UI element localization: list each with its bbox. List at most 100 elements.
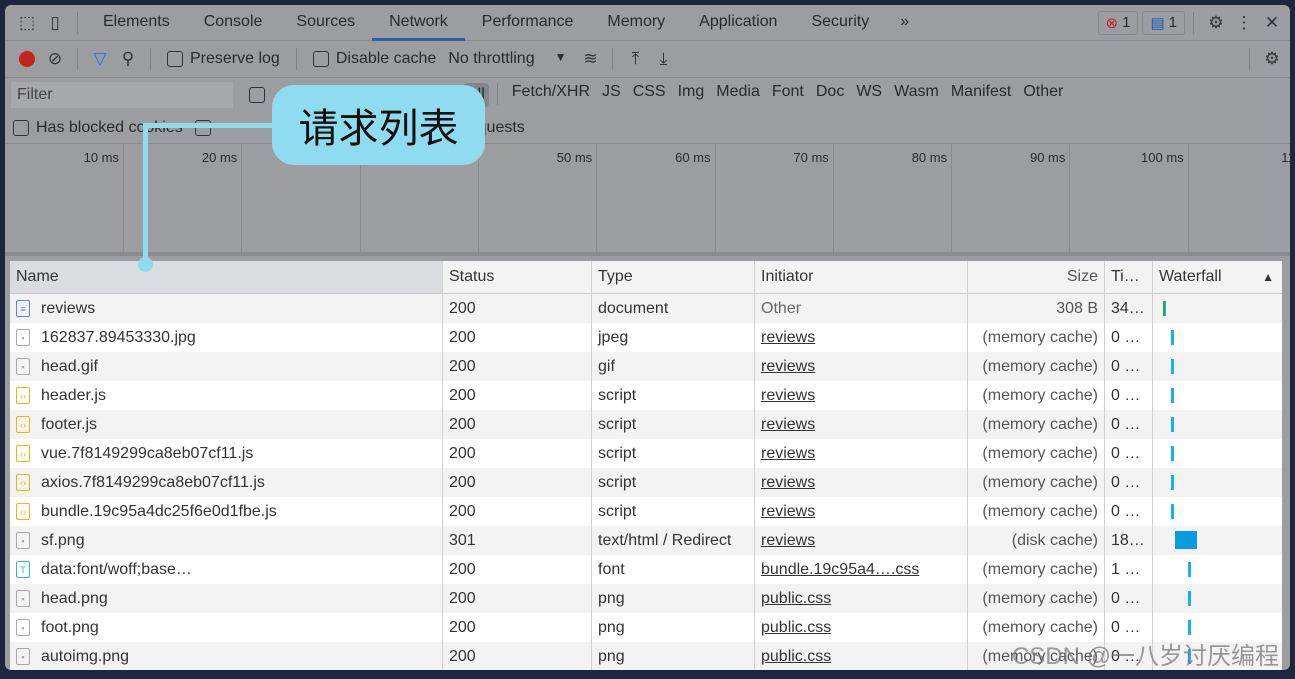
column-header-status[interactable]: Status [443,261,592,293]
initiator[interactable]: bundle.19c95a4….css [761,561,919,579]
close-icon[interactable]: ✕ [1258,9,1286,37]
invert-checkbox[interactable] [249,87,265,103]
initiator[interactable]: reviews [761,532,815,550]
initiator[interactable]: reviews [761,416,815,434]
initiator[interactable]: reviews [761,445,815,463]
column-header-size[interactable]: Size [968,261,1105,293]
request-name[interactable]: 162837.89453330.jpg [41,329,196,347]
device-toolbar-icon[interactable]: ▯ [41,9,69,37]
tab-network[interactable]: Network [372,5,465,41]
table-row[interactable]: ‹› vue.7f8149299ca8eb07cf11.js 200 script re… [10,439,1282,468]
preserve-log-checkbox[interactable]: Preserve log [167,50,280,68]
request-name[interactable]: footer.js [41,416,97,434]
initiator-cell: public.css [755,584,968,613]
request-name[interactable]: bundle.19c95a4dc25f6e0d1fbe.js [41,503,277,521]
filter-type-doc[interactable]: Doc [810,83,850,107]
tab-performance[interactable]: Performance [465,5,591,41]
tab-sources[interactable]: Sources [279,5,372,41]
clear-icon[interactable]: ⊘ [41,45,69,73]
time: 0 … [1111,328,1141,346]
column-header-name[interactable]: Name [10,261,443,293]
initiator-cell: reviews [755,381,968,410]
request-name[interactable]: data:font/woff;base… [41,561,192,579]
column-header-initiator[interactable]: Initiator [755,261,968,293]
initiator[interactable]: reviews [761,329,815,347]
network-settings-icon[interactable]: ⚙ [1258,45,1286,73]
request-name[interactable]: vue.7f8149299ca8eb07cf11.js [41,445,253,463]
tab-memory[interactable]: Memory [590,5,682,41]
filter-type-media[interactable]: Media [710,83,766,107]
request-name[interactable]: axios.7f8149299ca8eb07cf11.js [41,474,265,492]
request-name[interactable]: head.png [41,590,108,608]
size-cell: (memory cache) [968,555,1105,584]
more-tabs-button[interactable]: » [886,5,923,41]
column-header-waterfall[interactable]: Waterfall ▲ [1153,261,1280,293]
filter-input[interactable]: Filter [11,82,233,108]
tab-application[interactable]: Application [682,5,794,41]
inspect-element-icon[interactable]: ⬚ [13,9,41,37]
more-options-icon[interactable]: ⋮ [1230,9,1258,37]
name-cell: ▪ foot.png [10,613,443,642]
tab-console[interactable]: Console [187,5,280,41]
table-row[interactable]: ‹› axios.7f8149299ca8eb07cf11.js 200 script… [10,468,1282,497]
table-row[interactable]: Tdata:font/woff;base… 200 font bundle.19c95… [10,555,1282,584]
settings-gear-icon[interactable]: ⚙ [1202,9,1230,37]
initiator[interactable]: reviews [761,387,815,405]
table-row[interactable]: ‹› header.js 200 script reviews (memory cache… [10,381,1282,410]
table-row[interactable]: ▪ sf.png 301 text/html / Redirect reviews (di… [10,526,1282,555]
filter-type-wasm[interactable]: Wasm [888,83,945,107]
throttling-select[interactable]: No throttling ▼ [448,50,566,68]
initiator[interactable]: public.css [761,590,831,608]
initiator[interactable]: reviews [761,474,815,492]
request-name[interactable]: autoimg.png [41,648,129,666]
search-icon[interactable]: ⚲ [114,45,142,73]
network-conditions-icon[interactable]: ≋ [576,45,604,73]
import-har-icon[interactable]: ⤒ [621,45,649,73]
column-header-ti[interactable]: Ti… [1105,261,1153,293]
initiator[interactable]: public.css [761,648,831,666]
table-row[interactable]: ▪ head.gif 200 gif reviews (memory cache) 0 … [10,352,1282,381]
export-har-icon[interactable]: ⤓ [649,45,677,73]
messages-badge[interactable]: ▤ 1 [1142,10,1185,35]
request-name[interactable]: header.js [41,387,106,405]
size-cell: (memory cache) [968,410,1105,439]
type-cell: jpeg [592,323,755,352]
column-header-type[interactable]: Type [592,261,755,293]
table-row[interactable]: ‹› bundle.19c95a4dc25f6e0d1fbe.js 200 scrip… [10,497,1282,526]
request-name[interactable]: head.gif [41,358,98,376]
initiator[interactable]: reviews [761,358,815,376]
filter-type-img[interactable]: Img [672,83,711,107]
timeline-overview[interactable]: 10 ms20 ms30 ms40 ms50 ms60 ms70 ms80 ms… [5,144,1290,256]
filter-icon[interactable]: ▽ [86,45,114,73]
waterfall-cell [1153,555,1280,584]
time-cell: 34… [1105,294,1153,323]
filter-type-fetch-xhr[interactable]: Fetch/XHR [506,83,596,107]
table-row[interactable]: ≡ reviews 200 document Other 308 B 34… [10,294,1282,323]
tab-elements[interactable]: Elements [86,5,187,41]
filter-type-js[interactable]: JS [596,83,627,107]
waterfall-cell [1153,352,1280,381]
request-name[interactable]: sf.png [41,532,85,550]
disable-cache-checkbox[interactable]: Disable cache [312,50,436,68]
column-header-label: Status [449,268,495,285]
message-icon: ▤ [1150,14,1165,32]
filter-type-font[interactable]: Font [766,83,810,107]
request-name[interactable]: reviews [41,300,95,318]
record-icon[interactable] [13,45,41,73]
errors-badge[interactable]: ⊗ 1 [1097,10,1139,35]
table-row[interactable]: ▪ head.png 200 png public.css (memory cache) 0… [10,584,1282,613]
initiator[interactable]: public.css [761,619,831,637]
request-name[interactable]: foot.png [41,619,99,637]
waterfall-bar [1171,330,1174,345]
filter-type-ws[interactable]: WS [850,83,888,107]
sort-ascending-icon[interactable]: ▲ [1262,270,1274,284]
tab-security[interactable]: Security [794,5,886,41]
filter-type-manifest[interactable]: Manifest [945,83,1017,107]
watermark: CSDN @一八岁讨厌编程 [1011,643,1279,670]
status-cell: 200 [443,497,592,526]
table-row[interactable]: ‹› footer.js 200 script reviews (memory cache… [10,410,1282,439]
initiator[interactable]: reviews [761,503,815,521]
filter-type-other[interactable]: Other [1017,83,1069,107]
filter-type-css[interactable]: CSS [627,83,672,107]
table-row[interactable]: ▪ 162837.89453330.jpg 200 jpeg reviews (memor… [10,323,1282,352]
